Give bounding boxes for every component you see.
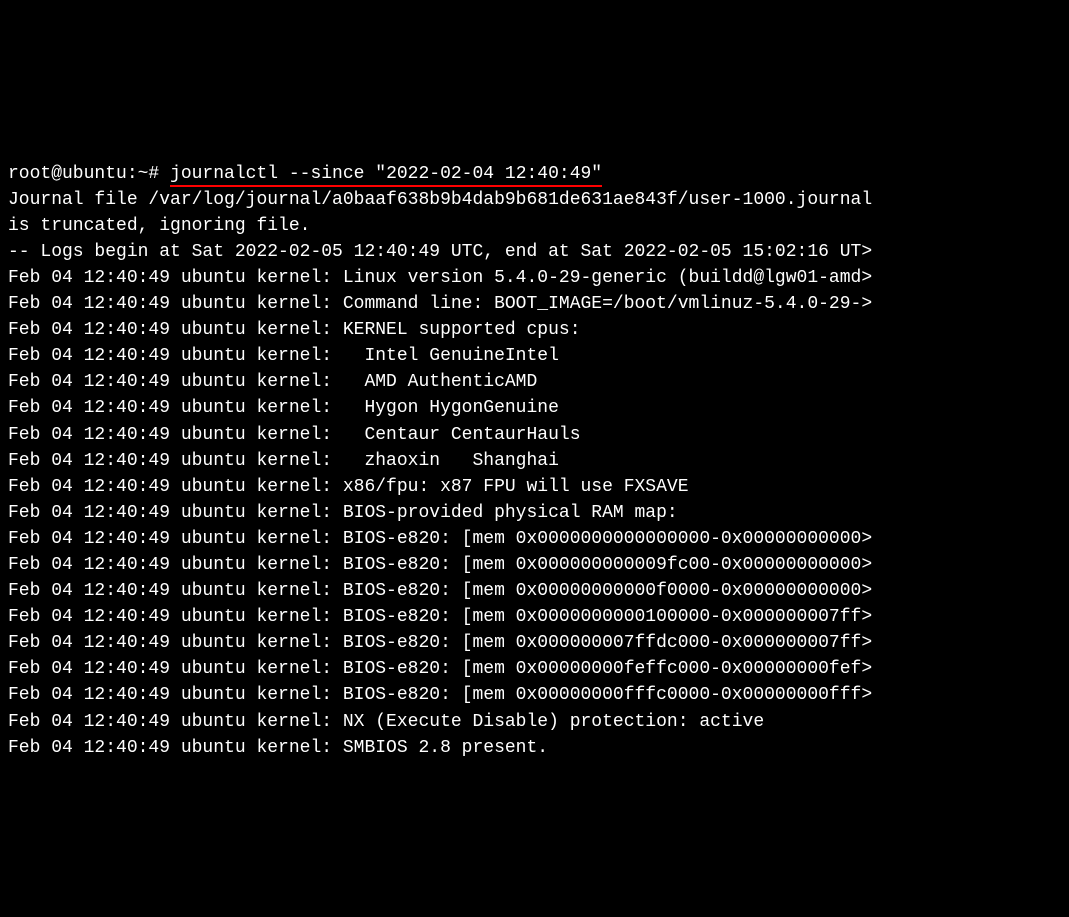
log-line: Feb 04 12:40:49 ubuntu kernel: BIOS-e820… (8, 526, 1061, 552)
log-line: Feb 04 12:40:49 ubuntu kernel: SMBIOS 2.… (8, 735, 1061, 761)
log-line: Feb 04 12:40:49 ubuntu kernel: BIOS-e820… (8, 578, 1061, 604)
log-line: Feb 04 12:40:49 ubuntu kernel: AMD Authe… (8, 369, 1061, 395)
log-line: Feb 04 12:40:49 ubuntu kernel: x86/fpu: … (8, 474, 1061, 500)
log-line: -- Logs begin at Sat 2022-02-05 12:40:49… (8, 239, 1061, 265)
log-line: Feb 04 12:40:49 ubuntu kernel: BIOS-e820… (8, 630, 1061, 656)
terminal-output: root@ubuntu:~# journalctl --since "2022-… (8, 108, 1061, 786)
log-line: Feb 04 12:40:49 ubuntu kernel: Command l… (8, 291, 1061, 317)
command-line: root@ubuntu:~# journalctl --since "2022-… (8, 161, 1061, 187)
log-line: Feb 04 12:40:49 ubuntu kernel: BIOS-e820… (8, 656, 1061, 682)
log-line: Feb 04 12:40:49 ubuntu kernel: zhaoxin S… (8, 448, 1061, 474)
log-line: Feb 04 12:40:49 ubuntu kernel: Linux ver… (8, 265, 1061, 291)
log-line: Feb 04 12:40:49 ubuntu kernel: BIOS-e820… (8, 552, 1061, 578)
log-line: Journal file /var/log/journal/a0baaf638b… (8, 187, 1061, 213)
log-line: Feb 04 12:40:49 ubuntu kernel: KERNEL su… (8, 317, 1061, 343)
log-line: Feb 04 12:40:49 ubuntu kernel: Intel Gen… (8, 343, 1061, 369)
shell-command: journalctl --since "2022-02-04 12:40:49" (170, 164, 602, 187)
log-line: Feb 04 12:40:49 ubuntu kernel: NX (Execu… (8, 709, 1061, 735)
log-line: Feb 04 12:40:49 ubuntu kernel: Centaur C… (8, 422, 1061, 448)
log-line: Feb 04 12:40:49 ubuntu kernel: BIOS-e820… (8, 682, 1061, 708)
log-line: Feb 04 12:40:49 ubuntu kernel: BIOS-e820… (8, 604, 1061, 630)
log-line: Feb 04 12:40:49 ubuntu kernel: Hygon Hyg… (8, 395, 1061, 421)
log-line: is truncated, ignoring file. (8, 213, 1061, 239)
shell-prompt: root@ubuntu:~# (8, 164, 170, 184)
log-line: Feb 04 12:40:49 ubuntu kernel: BIOS-prov… (8, 500, 1061, 526)
